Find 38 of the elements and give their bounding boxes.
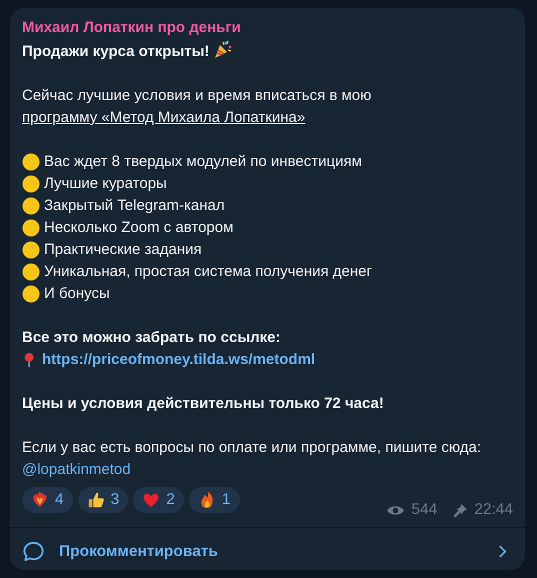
speech-bubble-icon — [22, 540, 45, 563]
bullet-circle-icon — [22, 175, 40, 193]
party-popper-icon — [213, 39, 234, 59]
reaction-button[interactable]: 1 — [188, 487, 240, 513]
pin-icon — [453, 502, 468, 518]
bullet-circle-icon — [22, 263, 40, 281]
bullet-circle-icon — [22, 219, 40, 237]
burning-heart-icon — [31, 491, 49, 509]
eye-icon — [386, 504, 406, 516]
feature-text: Вас ждет 8 твердых модулей по инвестициям — [44, 152, 362, 172]
message-time: 22:44 — [474, 500, 513, 520]
mention-link[interactable]: @lopatkinmetod — [22, 461, 131, 478]
notice-text: Цены и условия действительны только 72 часа! — [22, 394, 385, 414]
feature-text: Лучшие кураторы — [44, 174, 167, 194]
reaction-button[interactable]: 4 — [22, 487, 73, 513]
feature-text: Закрытый Telegram-канал — [44, 196, 225, 216]
program-link[interactable]: программу «Метод Михаила Лопаткина» — [22, 109, 306, 126]
bullet-circle-icon — [22, 197, 40, 215]
feature-text: Практические задания — [44, 240, 202, 260]
thumbs-up-icon — [86, 491, 105, 509]
headline: Продажи курса открыты! — [22, 43, 210, 60]
reaction-button[interactable]: 3 — [78, 487, 128, 513]
intro-paragraph: Сейчас лучшие условия и время вписаться в мою программу «Метод Михаила Лопаткина» — [22, 86, 372, 128]
bullet-circle-icon — [22, 285, 40, 303]
feature-text: Уникальная, простая система получения денег — [44, 262, 372, 282]
url-link[interactable]: https://priceofmoney.tilda.ws/metodml — [42, 349, 316, 371]
chevron-right-icon — [498, 544, 507, 559]
comment-button[interactable]: Прокомментировать — [10, 527, 525, 570]
bullet-circle-icon — [22, 153, 40, 171]
reaction-button[interactable]: 2 — [133, 487, 184, 513]
call-to-action: Все это можно забрать по ссылке: — [22, 328, 282, 348]
channel-name[interactable]: Михаил Лопаткин про деньги — [22, 17, 513, 39]
feature-text: И бонусы — [44, 284, 110, 304]
bullet-circle-icon — [22, 241, 40, 259]
heart-icon — [142, 491, 160, 509]
view-count: 544 — [411, 500, 438, 520]
contact-paragraph: Если у вас есть вопросы по оплате или программе, пишите сюда: @lopatkinmetod — [22, 438, 482, 480]
feature-text: Несколько Zoom с автором — [44, 218, 234, 238]
